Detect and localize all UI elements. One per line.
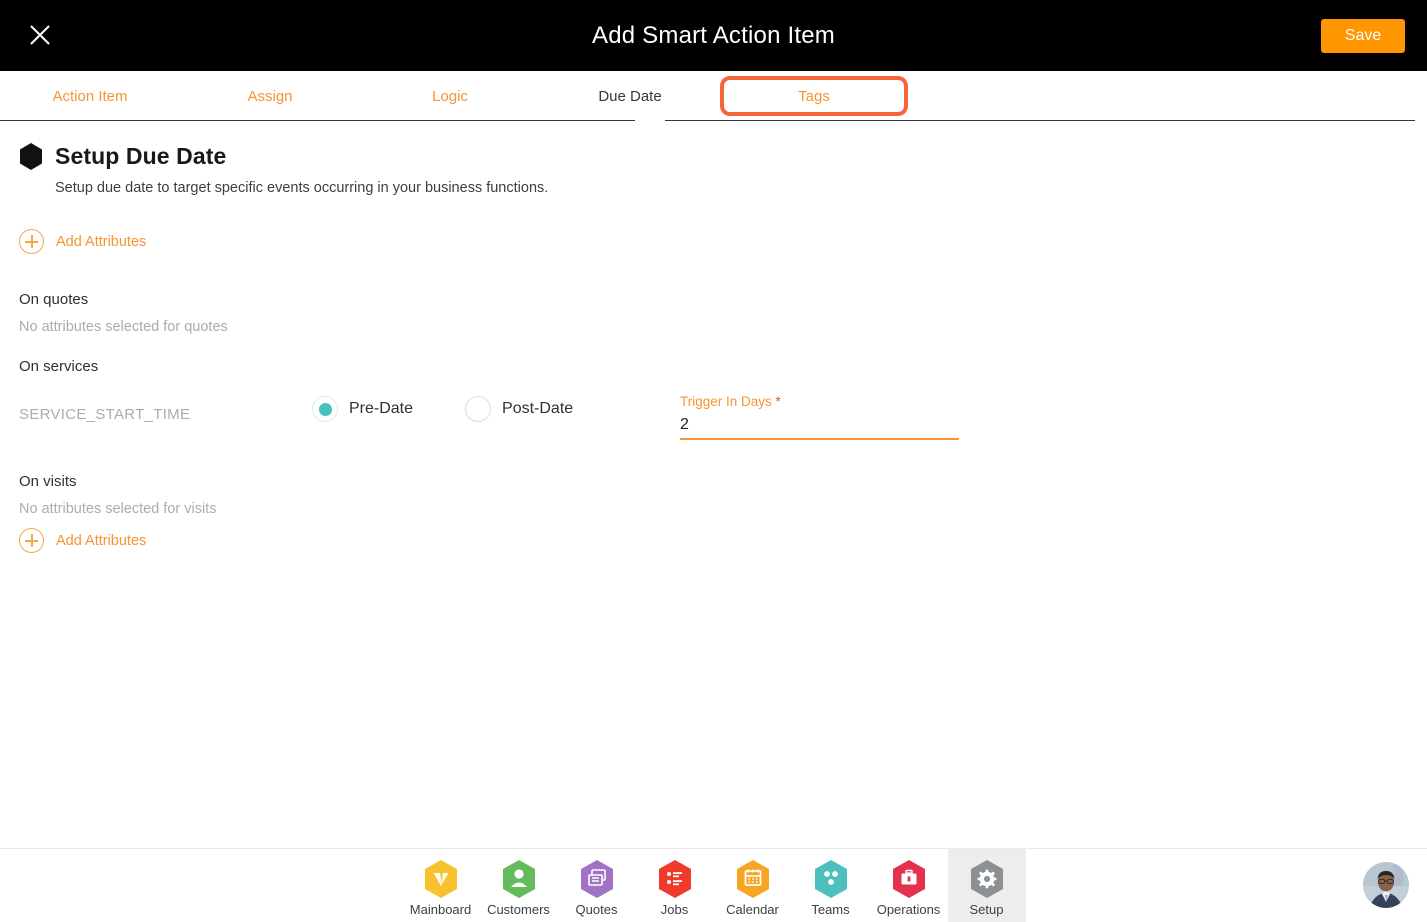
nav-item-jobs[interactable]: Jobs <box>636 849 714 922</box>
group-title-quotes: On quotes <box>19 291 89 308</box>
radio-label: Pre-Date <box>349 400 414 417</box>
operations-icon <box>891 859 927 899</box>
section-title: Setup Due Date <box>55 143 227 169</box>
nav-item-quotes[interactable]: Quotes <box>558 849 636 922</box>
tab-tags[interactable]: Tags <box>720 76 908 116</box>
hexagon-icon <box>19 143 43 170</box>
trigger-in-days-label: Trigger In Days * <box>680 394 959 409</box>
tab-label: Action Item <box>52 87 128 105</box>
teams-icon <box>813 859 849 899</box>
radio-pre-date[interactable]: Pre-Date <box>312 396 413 422</box>
tab-label: Tags <box>798 87 830 105</box>
calendar-icon <box>735 859 771 899</box>
add-attributes-label: Add Attributes <box>56 233 147 250</box>
gear-icon <box>969 859 1005 899</box>
date-direction-radio-group: Pre-Date Post-Date <box>312 396 625 422</box>
trigger-in-days-field: Trigger In Days * <box>680 394 959 440</box>
nav-label: Setup <box>969 902 1004 917</box>
section-header: Setup Due Date <box>19 143 226 170</box>
customers-icon <box>501 859 537 899</box>
nav-item-customers[interactable]: Customers <box>480 849 558 922</box>
tab-due-date[interactable]: Due Date <box>540 71 720 121</box>
due-date-panel: Setup Due Date Setup due date to target … <box>0 121 1427 848</box>
tab-bar: Action Item Assign Logic Due Date Tags <box>0 71 1427 133</box>
nav-item-operations[interactable]: Operations <box>870 849 948 922</box>
page-title: Add Smart Action Item <box>592 22 835 49</box>
bottom-navigation: Mainboard Customers Quotes Jobs Calendar… <box>0 848 1427 922</box>
mainboard-icon <box>423 859 459 899</box>
radio-post-date[interactable]: Post-Date <box>465 396 573 422</box>
add-smart-action-item-modal: Add Smart Action Item Save Action Item A… <box>0 0 1427 922</box>
tab-label: Logic <box>432 87 468 105</box>
modal-header: Add Smart Action Item Save <box>0 0 1427 71</box>
nav-item-calendar[interactable]: Calendar <box>714 849 792 922</box>
nav-label: Jobs <box>660 902 689 917</box>
nav-item-mainboard[interactable]: Mainboard <box>402 849 480 922</box>
nav-label: Operations <box>876 902 941 917</box>
nav-label: Customers <box>487 902 550 917</box>
required-marker: * <box>775 394 781 409</box>
tab-label: Assign <box>247 87 293 105</box>
nav-label: Quotes <box>575 902 618 917</box>
add-attributes-button-top[interactable]: Add Attributes <box>19 229 146 254</box>
radio-unselected-icon <box>465 396 492 422</box>
nav-label: Mainboard <box>409 902 472 917</box>
group-title-services: On services <box>19 358 99 375</box>
nav-item-setup[interactable]: Setup <box>947 849 1026 922</box>
user-avatar[interactable] <box>1363 862 1409 908</box>
section-subtitle: Setup due date to target specific events… <box>55 180 549 196</box>
service-attribute-row: SERVICE_START_TIME Pre-Date Post-Date Tr… <box>0 394 1427 454</box>
trigger-in-days-input[interactable] <box>680 413 959 440</box>
group-title-visits: On visits <box>19 473 77 490</box>
radio-label: Post-Date <box>502 400 574 417</box>
attribute-name-service-start-time: SERVICE_START_TIME <box>19 406 191 423</box>
plus-circle-icon <box>19 528 44 553</box>
group-empty-quotes: No attributes selected for quotes <box>19 319 228 335</box>
nav-label: Teams <box>811 902 850 917</box>
tab-action-item[interactable]: Action Item <box>0 71 180 121</box>
quotes-icon <box>579 859 615 899</box>
nav-label: Calendar <box>726 902 779 917</box>
save-button[interactable]: Save <box>1321 19 1405 53</box>
tab-label: Due Date <box>598 87 662 105</box>
tab-assign[interactable]: Assign <box>180 71 360 121</box>
add-attributes-label: Add Attributes <box>56 532 147 549</box>
plus-circle-icon <box>19 229 44 254</box>
group-empty-visits: No attributes selected for visits <box>19 501 217 517</box>
add-attributes-button-bottom[interactable]: Add Attributes <box>19 528 146 553</box>
trigger-in-days-label-text: Trigger In Days <box>680 394 772 409</box>
jobs-icon <box>657 859 693 899</box>
tab-logic[interactable]: Logic <box>360 71 540 121</box>
nav-item-teams[interactable]: Teams <box>792 849 870 922</box>
radio-selected-icon <box>312 396 338 422</box>
